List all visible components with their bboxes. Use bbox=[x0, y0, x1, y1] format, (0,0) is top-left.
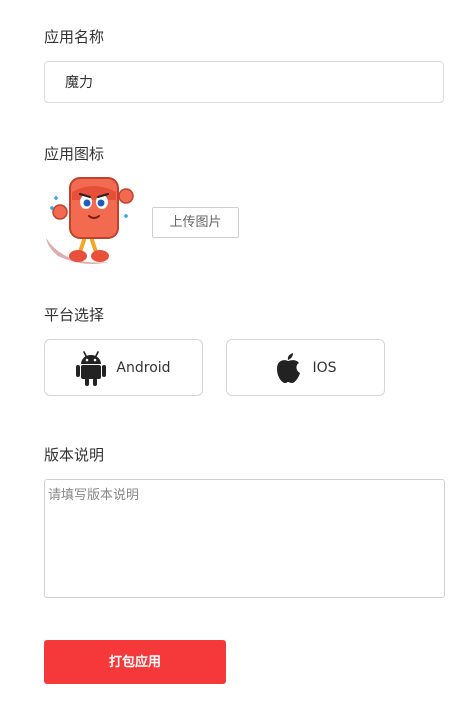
platform-option-android-label: Android bbox=[116, 359, 171, 376]
platform-option-android[interactable]: Android bbox=[44, 339, 203, 396]
version-notes-textarea[interactable] bbox=[44, 479, 445, 598]
android-icon bbox=[76, 350, 107, 386]
platform-label: 平台选择 bbox=[44, 306, 105, 324]
upload-image-button[interactable]: 上传图片 bbox=[152, 207, 239, 238]
apple-icon bbox=[277, 352, 301, 383]
app-name-input[interactable] bbox=[44, 61, 444, 103]
app-icon-image bbox=[44, 176, 136, 268]
build-app-button[interactable]: 打包应用 bbox=[44, 640, 226, 684]
app-name-label: 应用名称 bbox=[44, 28, 105, 46]
cartoon-mascot-icon bbox=[46, 177, 134, 264]
version-notes-label: 版本说明 bbox=[44, 446, 105, 464]
platform-option-ios-label: IOS bbox=[312, 359, 337, 376]
platform-option-ios[interactable]: IOS bbox=[226, 339, 385, 396]
app-icon-label: 应用图标 bbox=[44, 145, 105, 163]
